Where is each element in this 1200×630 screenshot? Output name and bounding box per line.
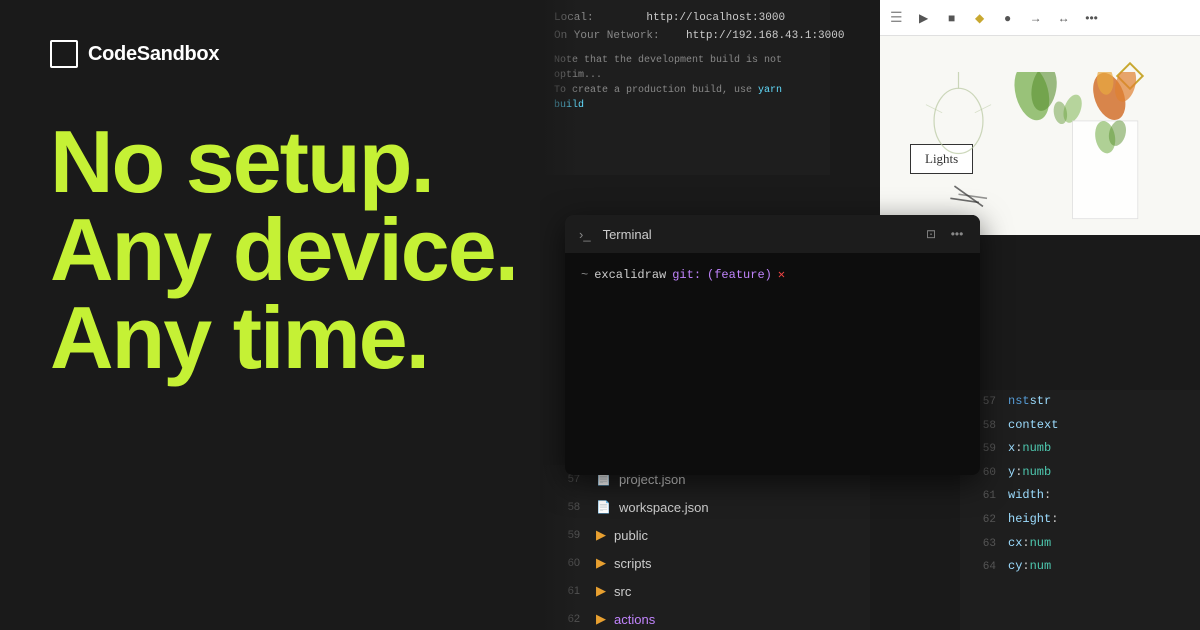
toolbar-stop-btn[interactable]: ■ [941, 7, 963, 29]
note1-text: Note that the development build is not o… [554, 55, 782, 81]
foldername-public: public [614, 528, 648, 543]
prompt-branch-name: (feature) [707, 268, 772, 282]
file-explorer-panel: 57 📄 project.json 58 📄 workspace.json 59… [540, 465, 870, 630]
terminal-expand-btn[interactable]: ⊡ [922, 225, 940, 243]
note2-text: To create a production build, use [554, 85, 758, 96]
folder-icon-scripts: ▶ [596, 555, 606, 571]
terminal-prompt-line: ~ excalidraw git: (feature) ✕ [581, 267, 964, 282]
file-item-public[interactable]: 59 ▶ public [540, 521, 870, 549]
code-line-61: 61 width: [960, 484, 1200, 508]
foldername-src: src [614, 584, 631, 599]
toolbar-diamond-btn[interactable]: ◆ [969, 7, 991, 29]
hamburger-icon[interactable]: ☰ [890, 9, 903, 26]
code-line-64: 64 cy: num [960, 555, 1200, 579]
foldername-scripts: scripts [614, 556, 652, 571]
code-linenum-62: 62 [972, 512, 996, 530]
terminal-floating-window: ›_ Terminal ⊡ ••• ~ excalidraw git: (fea… [565, 215, 980, 475]
terminal-output-panel: Local: http://localhost:3000 On Your Net… [540, 0, 830, 175]
prompt-arrow-icon: ~ [581, 268, 588, 282]
prompt-git-label: git: [672, 268, 701, 282]
code-linenum-61: 61 [972, 488, 996, 506]
code-line-58: 58 context [960, 414, 1200, 438]
code-line-63: 63 cx: num [960, 532, 1200, 556]
filename-workspace-json: workspace.json [619, 500, 709, 515]
drawing-canvas[interactable]: Lights [880, 36, 1200, 235]
code-line-57: 57 nst str [960, 390, 1200, 414]
folder-icon-src: ▶ [596, 583, 606, 599]
terminal-title-text: Terminal [603, 227, 914, 242]
toolbar-play-btn[interactable]: ▶ [913, 7, 935, 29]
code-line-59: 59 x: numb [960, 437, 1200, 461]
file-item-scripts[interactable]: 60 ▶ scripts [540, 549, 870, 577]
code-linenum-63: 63 [972, 536, 996, 554]
hero-line2: Any device. [50, 206, 530, 294]
hero-line1: No setup. [50, 118, 530, 206]
plant-svg [880, 72, 1200, 235]
logo-text: CodeSandbox [88, 43, 219, 66]
folder-icon-actions: ▶ [596, 611, 606, 627]
logo-area: CodeSandbox [50, 40, 530, 68]
toolbar-arrow-btn[interactable]: → [1025, 7, 1047, 29]
toolbar-circle-btn[interactable]: ● [997, 7, 1019, 29]
folder-icon-public: ▶ [596, 527, 606, 543]
file-item-actions[interactable]: 62 ▶ actions [540, 605, 870, 630]
drawing-preview: ☰ ▶ ■ ◆ ● → ↔ ••• Lights [880, 0, 1200, 235]
hero-section: CodeSandbox No setup. Any device. Any ti… [0, 0, 580, 630]
terminal-titlebar: ›_ Terminal ⊡ ••• [565, 215, 980, 253]
terminal-note: Note that the development build is not o… [554, 53, 816, 113]
terminal-prompt-icon: ›_ [579, 227, 591, 242]
toolbar-double-arrow-btn[interactable]: ↔ [1053, 7, 1075, 29]
code-line-60: 60 y: numb [960, 461, 1200, 485]
hero-headline: No setup. Any device. Any time. [50, 118, 530, 382]
drawing-toolbar: ☰ ▶ ■ ◆ ● → ↔ ••• [880, 0, 1200, 36]
prompt-x-icon: ✕ [778, 267, 785, 282]
file-item-workspace-json[interactable]: 58 📄 workspace.json [540, 493, 870, 521]
hero-line3: Any time. [50, 294, 530, 382]
local-url: http://localhost:3000 [646, 12, 785, 24]
terminal-network-line: On Your Network: http://192.168.43.1:300… [554, 28, 816, 46]
file-item-src[interactable]: 61 ▶ src [540, 577, 870, 605]
logo-icon [50, 40, 78, 68]
code-editor-panel: ex.ts 57 nst str 58 context 59 x: numb 6… [960, 390, 1200, 630]
right-section: Local: http://localhost:3000 On Your Net… [540, 0, 1200, 630]
foldername-actions: actions [614, 612, 655, 627]
code-line-62: 62 height: [960, 508, 1200, 532]
terminal-more-btn[interactable]: ••• [948, 225, 966, 243]
prompt-directory: excalidraw [594, 268, 666, 282]
toolbar-more-btn[interactable]: ••• [1081, 7, 1103, 29]
file-icon-workspace: 📄 [596, 500, 611, 514]
terminal-body: ~ excalidraw git: (feature) ✕ [565, 253, 980, 296]
code-linenum-64: 64 [972, 559, 996, 577]
network-url: http://192.168.43.1:3000 [686, 30, 844, 42]
terminal-local-line: Local: http://localhost:3000 [554, 10, 816, 28]
